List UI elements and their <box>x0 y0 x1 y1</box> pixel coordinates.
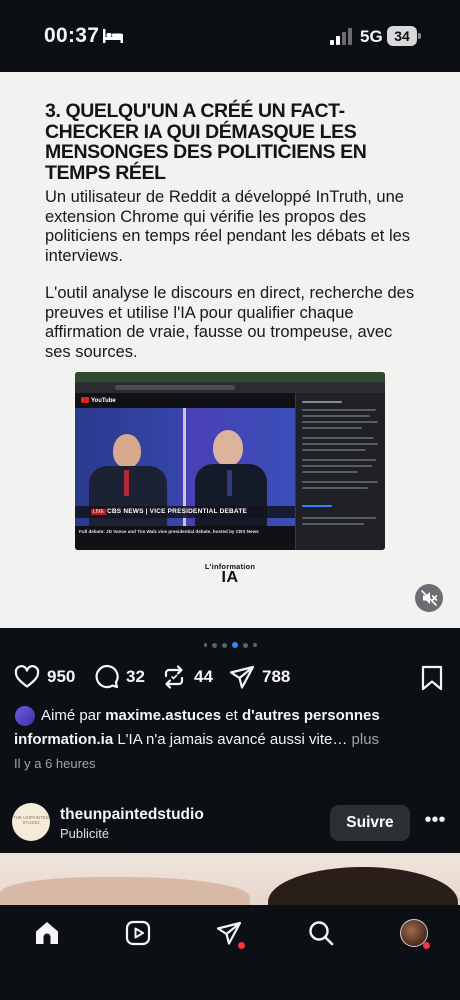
nav-reels[interactable] <box>124 919 154 949</box>
liked-by-row[interactable]: Aimé par maxime.astuces et d'autres pers… <box>14 705 454 727</box>
direct-notification-dot <box>238 942 245 949</box>
post-image[interactable]: 3. Quelqu'un a créé un fact-checker IA q… <box>0 72 460 628</box>
nav-home[interactable] <box>33 919 63 949</box>
browser-urlbar <box>75 382 385 393</box>
next-post-header: THE UNPAINTED STUDIO theunpaintedstudio … <box>0 795 460 853</box>
status-bar: 00:37 5G 34 <box>0 0 460 72</box>
repost-count: 44 <box>194 667 213 686</box>
brand-big: IA <box>221 569 239 586</box>
extension-panel <box>295 393 385 550</box>
send-icon <box>229 665 255 689</box>
carousel-dot <box>243 642 248 648</box>
likes-others-link[interactable]: d'autres personnes <box>242 707 380 724</box>
brand-logo: L'information IA <box>0 562 460 586</box>
comment-count: 32 <box>126 667 145 686</box>
follow-button[interactable]: Suivre <box>330 805 410 841</box>
battery-level: 34 <box>387 26 417 46</box>
youtube-logo: YouTube <box>81 397 116 404</box>
bottom-nav <box>0 905 460 1000</box>
sponsored-label: Publicité <box>60 826 110 841</box>
share-button[interactable]: 788 <box>228 661 290 693</box>
carousel-dots <box>0 641 460 649</box>
liked-by-text: Aimé par maxime.astuces et d'autres pers… <box>41 707 380 724</box>
search-icon <box>309 921 334 946</box>
carousel-dot-active <box>232 642 238 648</box>
video-pane: YouTube LIVE CBS NEWS | VICE PRESIDENTIA… <box>75 393 295 550</box>
comment-icon <box>95 665 119 689</box>
repost-icon <box>164 665 184 689</box>
nav-search[interactable] <box>307 919 337 949</box>
network-label: 5G <box>360 27 383 46</box>
youtube-icon <box>81 397 89 403</box>
bookmark-icon[interactable] <box>420 665 444 691</box>
video-caption: Full debate: JD Vance and Tim Walz vice … <box>79 529 259 534</box>
battery-cap <box>418 33 421 39</box>
like-button[interactable]: 950 <box>13 661 75 693</box>
bed-icon <box>103 29 123 43</box>
carousel-dot <box>212 642 217 648</box>
video-frame: LIVE CBS NEWS | VICE PRESIDENTIAL DEBATE <box>75 408 295 526</box>
action-bar: 950 32 44 788 <box>0 661 460 693</box>
profile-notification-dot <box>423 942 430 949</box>
carousel-dot <box>253 643 257 647</box>
comment-button[interactable]: 32 <box>92 661 145 693</box>
nav-profile[interactable] <box>400 919 430 949</box>
embedded-screenshot: YouTube LIVE CBS NEWS | VICE PRESIDENTIA… <box>75 372 385 550</box>
post-timestamp: Il y a 6 heures <box>14 756 96 771</box>
mute-button[interactable] <box>415 584 443 612</box>
post-paragraph-2: L'outil analyse le discours en direct, r… <box>45 284 415 361</box>
caption-row: information.ia L'IA n'a jamais avancé au… <box>14 729 454 751</box>
next-post-username[interactable]: theunpaintedstudio <box>60 806 204 824</box>
battery-icon: 34 <box>387 26 421 46</box>
post-heading: 3. Quelqu'un a créé un fact-checker IA q… <box>45 100 367 184</box>
browser-tabbar <box>75 372 385 382</box>
speaker-muted-icon <box>421 590 438 606</box>
share-count: 788 <box>262 667 291 686</box>
home-icon <box>36 922 58 944</box>
post-paragraph-1: Un utilisateur de Reddit a développé InT… <box>45 188 411 265</box>
more-options-button[interactable]: ••• <box>422 807 448 837</box>
nav-direct[interactable] <box>215 919 245 949</box>
caption-username[interactable]: information.ia <box>14 731 113 748</box>
signal-icon <box>330 28 352 45</box>
next-post-avatar[interactable]: THE UNPAINTED STUDIO <box>12 803 50 841</box>
status-time: 00:37 <box>44 24 100 47</box>
caption-more-link[interactable]: plus <box>352 731 380 748</box>
liker-avatar[interactable] <box>14 705 36 727</box>
next-post-image[interactable] <box>0 853 460 905</box>
like-count: 950 <box>47 667 76 686</box>
heart-icon <box>14 665 40 688</box>
liker-username[interactable]: maxime.astuces <box>105 707 221 724</box>
repost-button[interactable]: 44 <box>160 661 213 693</box>
carousel-dot <box>222 642 227 648</box>
carousel-dot <box>203 643 207 647</box>
caption-text: L'IA n'a jamais avancé aussi vite… <box>117 731 348 748</box>
reels-icon <box>125 920 151 946</box>
news-ticker: LIVE CBS NEWS | VICE PRESIDENTIAL DEBATE <box>75 506 295 518</box>
